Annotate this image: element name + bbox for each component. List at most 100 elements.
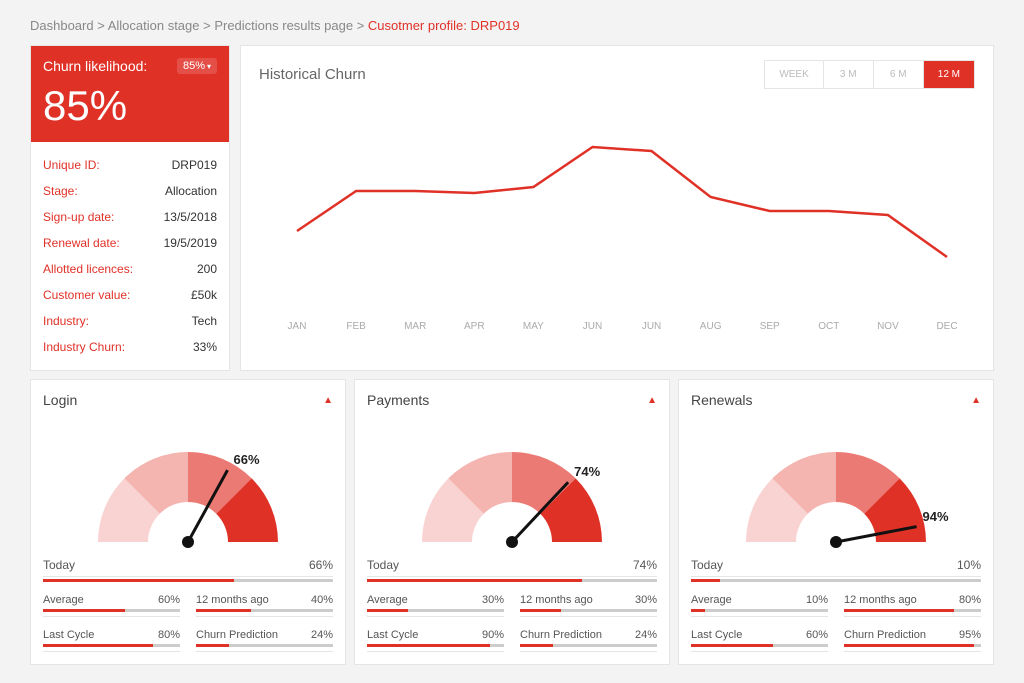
mini-stat-label: 12 months ago [844, 594, 917, 606]
profile-row-val: £50k [191, 288, 217, 302]
svg-text:AUG: AUG [700, 321, 722, 332]
mini-stat-label: Average [43, 594, 84, 606]
mini-stat-label: Average [367, 594, 408, 606]
gauge-value: 74% [574, 464, 600, 479]
mini-stat: Average10% [691, 590, 828, 617]
mini-stat: Churn Prediction 24% [520, 625, 657, 652]
today-label: Today [691, 558, 723, 572]
gauge-chart: 94% [691, 412, 981, 552]
today-bar [691, 579, 981, 582]
profile-row: Allotted licences:200 [43, 256, 217, 282]
mini-stat: Average60% [43, 590, 180, 617]
mini-stat: Churn Prediction 24% [196, 625, 333, 652]
breadcrumb-part[interactable]: Dashboard [30, 18, 94, 33]
mini-stat-val: 80% [158, 629, 180, 641]
profile-row: Stage: Allocation [43, 178, 217, 204]
mini-stat: Last Cycle 90% [367, 625, 504, 652]
churn-badge[interactable]: 85%▾ [177, 58, 217, 74]
mini-stat-val: 90% [482, 629, 504, 641]
profile-row-val: Tech [192, 314, 217, 328]
gauge-value: 94% [923, 509, 949, 524]
caret-up-icon[interactable]: ▲ [647, 395, 657, 406]
historical-chart-title: Historical Churn [259, 66, 366, 83]
mini-stat-label: Average [691, 594, 732, 606]
mini-stat: 12 months ago40% [196, 590, 333, 617]
profile-row: Renewal date:19/5/2019 [43, 230, 217, 256]
profile-row-key: Allotted licences: [43, 262, 133, 276]
today-value: 74% [633, 558, 657, 572]
mini-stat-label: 12 months ago [520, 594, 593, 606]
historical-line-chart: JANFEBMARAPRMAYJUNJUNAUGSEPOCTNOVDEC [259, 97, 975, 337]
svg-text:NOV: NOV [877, 321, 899, 332]
gauge-chart: 74% [367, 412, 657, 552]
profile-card: Churn likelihood: 85%▾ 85% Unique ID: DRP… [30, 45, 230, 371]
mini-stat: 12 months ago 80% [844, 590, 981, 617]
profile-row: Customer value: £50k [43, 282, 217, 308]
caret-up-icon[interactable]: ▲ [323, 395, 333, 406]
profile-row-key: Industry Churn: [43, 340, 125, 354]
mini-stat-val: 24% [311, 629, 333, 641]
historical-chart-card: Historical Churn WEEK3 M6 M12 M JANFEBMA… [240, 45, 994, 371]
profile-row: Sign-up date: 13/5/2018 [43, 204, 217, 230]
mini-stat: Last Cycle 80% [43, 625, 180, 652]
today-bar [43, 579, 333, 582]
today-label: Today [43, 558, 75, 572]
panel-title: Payments [367, 392, 429, 408]
metric-panel: Login ▲ 66% Today 66% Average60% 12 month… [30, 379, 346, 665]
mini-stat-val: 95% [959, 629, 981, 641]
range-option[interactable]: 6 M [873, 61, 923, 88]
mini-stat-label: Last Cycle [691, 629, 742, 641]
gauge-value: 66% [234, 452, 260, 467]
svg-text:JAN: JAN [288, 321, 307, 332]
svg-text:APR: APR [464, 321, 485, 332]
mini-stat-val: 30% [635, 594, 657, 606]
mini-stat-val: 60% [806, 629, 828, 641]
profile-body: Unique ID: DRP019 Stage: Allocation Sign-up … [31, 142, 229, 370]
profile-row-key: Sign-up date: [43, 210, 114, 224]
range-option[interactable]: 3 M [823, 61, 873, 88]
churn-likelihood-label: Churn likelihood: [43, 58, 147, 74]
svg-text:MAY: MAY [523, 321, 544, 332]
metric-panel: Payments ▲ 74% Today 74% Average 30% 12 mo… [354, 379, 670, 665]
breadcrumb: Dashboard > Allocation stage > Predictio… [30, 18, 994, 33]
svg-text:DEC: DEC [936, 321, 957, 332]
panel-title: Login [43, 392, 77, 408]
profile-row-key: Industry: [43, 314, 89, 328]
mini-stat-label: Churn Prediction [196, 629, 278, 641]
breadcrumb-part[interactable]: Predictions results page [214, 18, 353, 33]
profile-row-val: 13/5/2018 [164, 210, 217, 224]
profile-row-key: Customer value: [43, 288, 130, 302]
today-label: Today [367, 558, 399, 572]
range-option[interactable]: 12 M [923, 61, 974, 88]
range-option[interactable]: WEEK [765, 61, 822, 88]
profile-row-val: 33% [193, 340, 217, 354]
today-value: 66% [309, 558, 333, 572]
panel-title: Renewals [691, 392, 752, 408]
mini-stat-label: Churn Prediction [520, 629, 602, 641]
chevron-down-icon: ▾ [207, 62, 211, 71]
mini-stat-label: Last Cycle [367, 629, 418, 641]
time-range-selector: WEEK3 M6 M12 M [764, 60, 975, 89]
svg-text:SEP: SEP [760, 321, 780, 332]
mini-stat-val: 24% [635, 629, 657, 641]
today-bar [367, 579, 657, 582]
mini-stat-val: 30% [482, 594, 504, 606]
caret-up-icon[interactable]: ▲ [971, 395, 981, 406]
svg-text:OCT: OCT [818, 321, 839, 332]
profile-row-val: DRP019 [172, 158, 217, 172]
profile-row-key: Stage: [43, 184, 78, 198]
profile-row: Industry Churn: 33% [43, 334, 217, 360]
profile-header: Churn likelihood: 85%▾ 85% [31, 46, 229, 142]
mini-stat-val: 80% [959, 594, 981, 606]
breadcrumb-part[interactable]: Allocation stage [108, 18, 200, 33]
profile-row: Industry: Tech [43, 308, 217, 334]
svg-text:MAR: MAR [404, 321, 426, 332]
svg-text:JUN: JUN [642, 321, 661, 332]
mini-stat: Average 30% [367, 590, 504, 617]
profile-row: Unique ID: DRP019 [43, 152, 217, 178]
profile-row-val: 19/5/2019 [164, 236, 217, 250]
profile-row-val: Allocation [165, 184, 217, 198]
metric-panel: Renewals ▲ 94% Today10% Average10% 12 mo… [678, 379, 994, 665]
profile-row-key: Unique ID: [43, 158, 100, 172]
mini-stat-label: Last Cycle [43, 629, 94, 641]
